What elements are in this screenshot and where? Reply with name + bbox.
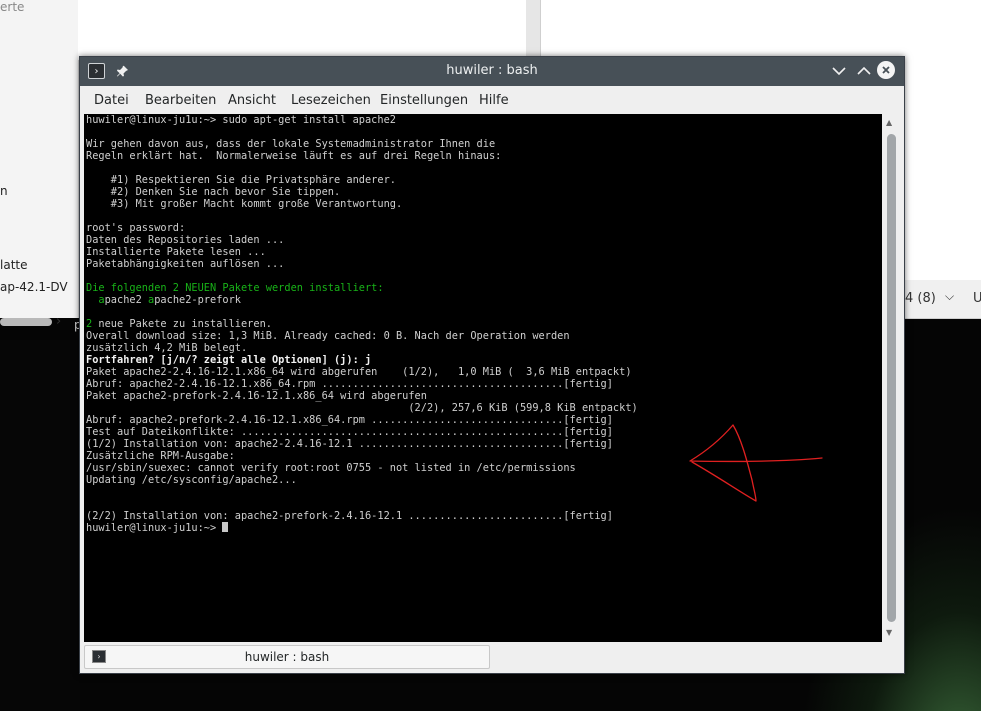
close-icon [882,66,890,74]
maximize-button[interactable] [854,61,874,81]
terminal-line: Fortfahren? [j/n/? zeigt alle Optionen] … [86,354,372,366]
menu-item-hilfe[interactable]: Hilfe [479,93,509,108]
background-text: latte [0,258,28,272]
minimize-button[interactable] [829,61,849,81]
terminal-line: Updating /etc/sysconfig/apache2... [86,474,297,486]
close-button[interactable] [877,61,895,79]
background-scrollbar[interactable] [0,318,52,326]
terminal-line: Paket apache2-2.4.16-12.1.x86_64 wird ab… [86,366,632,378]
chevron-up-icon [857,66,871,75]
background-text: U [973,291,981,306]
terminal-line: Wir gehen davon aus, dass der lokale Sys… [86,138,496,150]
terminal-line: (1/2) Installation von: apache2-2.4.16-1… [86,438,613,450]
chevron-right-icon[interactable]: › [56,314,61,329]
terminal-line: /usr/sbin/suexec: cannot verify root:roo… [86,462,576,474]
tab-bash[interactable]: › huwiler : bash [84,645,490,669]
terminal-line: Installierte Pakete lesen ... [86,246,266,258]
menu-item-datei[interactable]: Datei [94,93,129,108]
background-window [78,0,527,60]
terminal-line: Paket apache2-prefork-2.4.16-12.1.x86_64… [86,390,427,402]
terminal-line: Paketabhängigkeiten auflösen ... [86,258,285,270]
chevron-down-icon[interactable]: ⌵ [945,289,954,304]
terminal-view[interactable]: huwiler@linux-ju1u:~> sudo apt-get insta… [84,114,882,642]
terminal-line: zusätzlich 4,2 MiB belegt. [86,342,248,354]
terminal-line: Regeln erklärt hat. Normalerweise läuft … [86,150,502,162]
terminal-line: Abruf: apache2-prefork-2.4.16-12.1.x86_6… [86,414,613,426]
terminal-line: (2/2), 257,6 KiB (599,8 KiB entpackt) [86,402,638,414]
terminal-cursor [222,522,229,532]
terminal-line: 2 neue Pakete zu installieren. [86,318,272,330]
background-text: erte [0,0,25,14]
menu-item-ansicht[interactable]: Ansicht [228,93,276,108]
terminal-line: Daten des Repositories laden ... [86,234,285,246]
window-title: huwiler : bash [446,63,538,78]
scroll-down-icon[interactable]: ▼ [886,628,892,637]
menu-item-einstellungen[interactable]: Einstellungen [380,93,468,108]
background-text: n [0,184,8,198]
title-bar[interactable]: › huwiler : bash [80,57,904,86]
terminal-line: Overall download size: 1,3 MiB. Already … [86,330,570,342]
terminal-line: (2/2) Installation von: apache2-prefork-… [86,510,613,522]
terminal-output: huwiler@linux-ju1u:~> sudo apt-get insta… [86,114,638,534]
terminal-line: #1) Respektieren Sie die Privatsphäre an… [86,174,396,186]
konsole-window: › huwiler : bash Datei Bearbeiten Ansicht L… [79,56,905,674]
terminal-line: Die folgenden 2 NEUEN Pakete werden inst… [86,282,384,294]
terminal-line: Test auf Dateikonflikte: ...............… [86,426,613,438]
background-page-count: 4 (8) [905,291,936,306]
menu-item-lesezeichen[interactable]: Lesezeichen [291,93,371,108]
terminal-line: root's password: [86,222,186,234]
menu-bar: Datei Bearbeiten Ansicht Lesezeichen Einstel… [80,86,904,114]
terminal-scrollbar[interactable]: ▲ ▼ [882,114,900,642]
scrollbar-thumb[interactable] [887,134,896,622]
terminal-line: Abruf: apache2-2.4.16-12.1.x86_64.rpm ..… [86,378,613,390]
chevron-down-icon [832,67,846,76]
terminal-line: Zusätzliche RPM-Ausgabe: [86,450,235,462]
tab-label: huwiler : bash [244,650,330,664]
terminal-line: #3) Mit großer Macht kommt große Verantw… [86,198,403,210]
terminal-line: huwiler@linux-ju1u:~> sudo apt-get insta… [86,114,396,126]
background-window-edge [526,0,541,60]
tab-bar: › huwiler : bash [80,642,904,673]
background-text: ap-42.1-DV [0,280,68,294]
desktop-wallpaper-left [0,340,80,711]
terminal-line: apache2 apache2-prefork [98,294,242,306]
background-toolbar: 4 (8) ⌵ U [905,280,981,319]
menu-item-bearbeiten[interactable]: Bearbeiten [145,93,216,108]
terminal-line: huwiler@linux-ju1u:~> [86,522,638,534]
scroll-up-icon[interactable]: ▲ [886,118,892,127]
terminal-line: #2) Denken Sie nach bevor Sie tippen. [86,186,341,198]
